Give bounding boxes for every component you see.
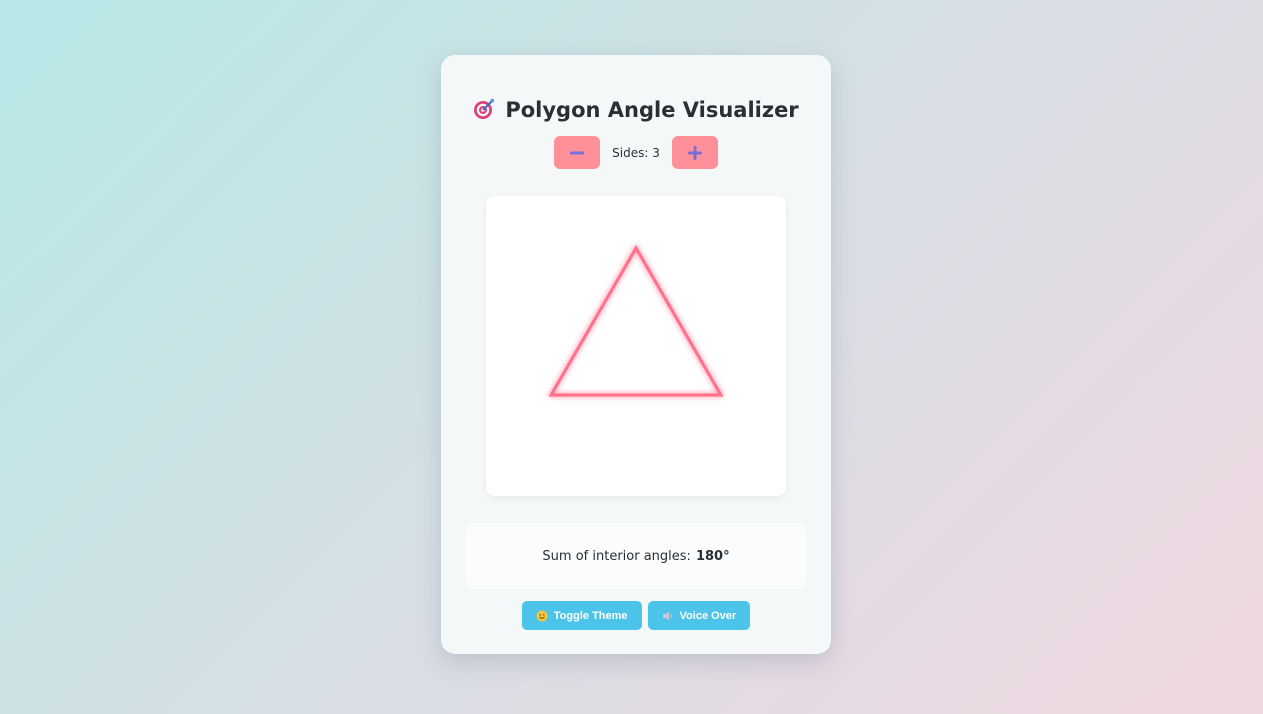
polygon-canvas bbox=[486, 196, 786, 496]
angle-sum-label: Sum of interior angles: bbox=[542, 548, 691, 564]
plus-icon bbox=[687, 145, 702, 160]
voice-over-label: Voice Over bbox=[679, 609, 737, 622]
toggle-theme-button[interactable]: Toggle Theme bbox=[521, 601, 642, 630]
increase-sides-button[interactable] bbox=[671, 136, 718, 169]
app-title: Polygon Angle Visualizer bbox=[505, 98, 799, 122]
decrease-sides-button[interactable] bbox=[554, 136, 601, 169]
voice-over-button[interactable]: Voice Over bbox=[647, 601, 751, 630]
page-title: Polygon Angle Visualizer bbox=[441, 95, 831, 125]
polygon-shape bbox=[548, 245, 724, 397]
toggle-theme-label: Toggle Theme bbox=[553, 609, 628, 622]
visualizer-card: Polygon Angle Visualizer Sides: 3 Sum of… bbox=[441, 55, 831, 654]
sides-count: Sides: 3 bbox=[612, 145, 660, 160]
angle-sum-panel: Sum of interior angles: 180° bbox=[465, 523, 807, 589]
angle-sum-value: 180° bbox=[695, 548, 730, 564]
action-bar: Toggle Theme Voice Over bbox=[441, 601, 831, 630]
speaker-icon bbox=[662, 611, 672, 620]
side-controls: Sides: 3 bbox=[441, 136, 831, 169]
minus-icon bbox=[570, 151, 585, 154]
dart-target-icon bbox=[474, 99, 495, 119]
smiley-face-icon bbox=[536, 610, 548, 621]
polygon-drawing bbox=[548, 245, 724, 397]
